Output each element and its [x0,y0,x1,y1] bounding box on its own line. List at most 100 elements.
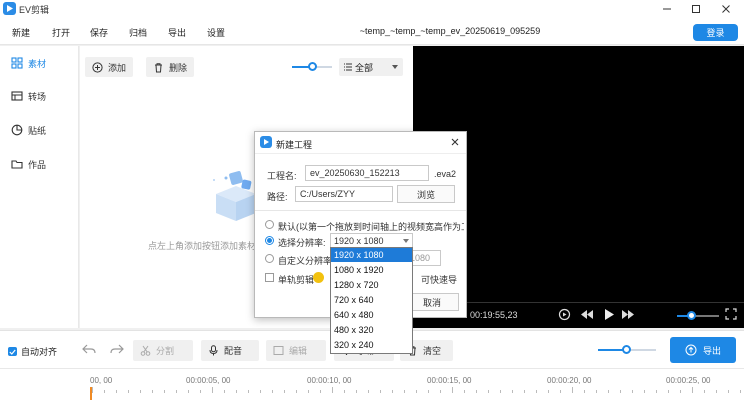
chevron-down-icon [403,238,409,243]
timeline-tick [392,390,393,393]
timeline-tick [560,390,561,393]
undo-icon[interactable] [82,343,96,355]
delete-button-label: 删除 [169,62,188,73]
upload-icon [685,344,697,356]
export-button[interactable]: 导出 [670,337,736,363]
select-resolution-radio[interactable] [265,236,274,245]
sidebar-item-label: 作品 [28,159,47,170]
slider-knob[interactable] [622,345,631,354]
login-button[interactable]: 登录 [693,24,738,41]
custom-resolution-radio[interactable] [265,254,274,263]
menu-archive[interactable]: 归档 [129,26,147,39]
browse-button[interactable]: 浏览 [397,185,455,203]
add-button[interactable]: 添加 [85,57,134,77]
minimize-icon[interactable] [653,0,681,18]
timeline-tick [572,387,573,393]
resolution-option[interactable]: 640 x 480 [331,308,412,322]
sidebar-item-label: 素材 [28,58,47,69]
play-icon[interactable] [603,308,615,321]
resolution-option[interactable]: 720 x 640 [331,293,412,307]
transition-icon [11,91,23,101]
help-icon[interactable] [313,272,324,283]
maximize-icon[interactable] [682,0,710,18]
list-icon [344,63,352,71]
fast-forward-icon[interactable] [621,308,635,321]
fullscreen-icon[interactable] [725,308,737,320]
sidebar-item-transition[interactable]: 转场 [0,85,79,107]
dialog-titlebar: 新建工程 [255,132,466,154]
timeline-tick [548,390,549,393]
dub-button[interactable]: 配音 [201,340,259,361]
menu-settings[interactable]: 设置 [207,26,225,39]
timeline-tick [680,390,681,393]
timeline-tick [116,390,117,393]
default-resolution-radio[interactable] [265,220,274,229]
resolution-option[interactable]: 320 x 240 [331,338,412,352]
timeline-tick [368,390,369,393]
checkbox-checked-icon [8,347,17,356]
add-button-label: 添加 [108,62,127,73]
auto-align-checkbox[interactable]: 自动对齐 [8,345,57,358]
timeline-tick [524,390,525,393]
timeline-tick [704,390,705,393]
close-icon[interactable] [449,136,461,148]
empty-hint: 点左上角添加按钮添加素材 [148,241,257,251]
dub-label: 配音 [224,346,243,356]
resolution-option[interactable]: 1080 x 1920 [331,263,412,277]
timeline-tick [716,390,717,393]
playhead[interactable] [90,387,92,400]
rewind-icon[interactable] [580,308,594,321]
resolution-option[interactable]: 1280 x 720 [331,278,412,292]
timeline-tick [212,387,213,393]
timeline-tick [356,390,357,393]
cancel-button[interactable]: 取消 [405,293,459,311]
path-input[interactable]: C:/Users/ZYY [295,186,393,202]
timeline-tick [440,390,441,393]
project-title: ~temp_~temp_~temp_ev_20250619_095259 [359,26,541,36]
timeline-ruler[interactable]: 00, 00 00:00:05, 00 00:00:10, 00 00:00:1… [0,368,744,400]
timeline-tick [656,390,657,393]
single-track-checkbox[interactable] [265,273,274,282]
timeline-tick [404,390,405,393]
menu-save[interactable]: 保存 [90,26,108,39]
sidebar-item-works[interactable]: 作品 [0,153,79,175]
slider-knob[interactable] [308,62,317,71]
resolution-option[interactable]: 480 x 320 [331,323,412,337]
menu-open[interactable]: 打开 [52,26,70,39]
timeline-tick [200,390,201,393]
menu-new[interactable]: 新建 [12,26,30,39]
default-resolution-label: 默认(以第一个拖放到时间轴上的视频宽高作为工 [278,222,464,232]
auto-align-label: 自动对齐 [21,347,58,357]
chevron-down-icon [392,65,399,69]
edit-icon [273,346,284,355]
resolution-option[interactable]: 1920 x 1080 [331,248,412,263]
timeline-tick [284,390,285,393]
timeline-tick [272,390,273,393]
project-name-input[interactable]: ev_20250630_152213 [305,165,429,181]
microphone-icon [209,345,218,356]
resolution-select[interactable]: 1920 x 1080 [330,233,413,248]
timeline-tick [512,390,513,393]
replay-icon[interactable] [558,308,571,321]
timeline-tick [452,387,453,393]
sticker-icon [11,124,23,136]
sidebar-item-media[interactable]: 素材 [0,52,79,74]
edit-button[interactable]: 编辑 [266,340,326,361]
filter-select[interactable]: 全部 [339,58,403,76]
split-button[interactable]: 分割 [133,340,193,361]
folder-icon [11,160,23,169]
timeline-tick [380,390,381,393]
close-icon[interactable] [712,0,740,18]
sidebar-item-label: 贴纸 [28,125,47,136]
timeline-tick [320,390,321,393]
redo-icon[interactable] [110,343,124,355]
sidebar: 素材 转场 贴纸 作品 [0,46,79,328]
single-track-label: 单轨剪辑 [278,275,315,285]
volume-knob[interactable] [687,311,696,320]
delete-button[interactable]: 删除 [146,57,195,77]
menu-export[interactable]: 导出 [168,26,186,39]
sidebar-item-sticker[interactable]: 贴纸 [0,119,79,141]
custom-resolution-label: 自定义分辨率 [278,256,333,266]
split-label: 分割 [156,346,175,356]
app-logo-icon [3,2,16,15]
